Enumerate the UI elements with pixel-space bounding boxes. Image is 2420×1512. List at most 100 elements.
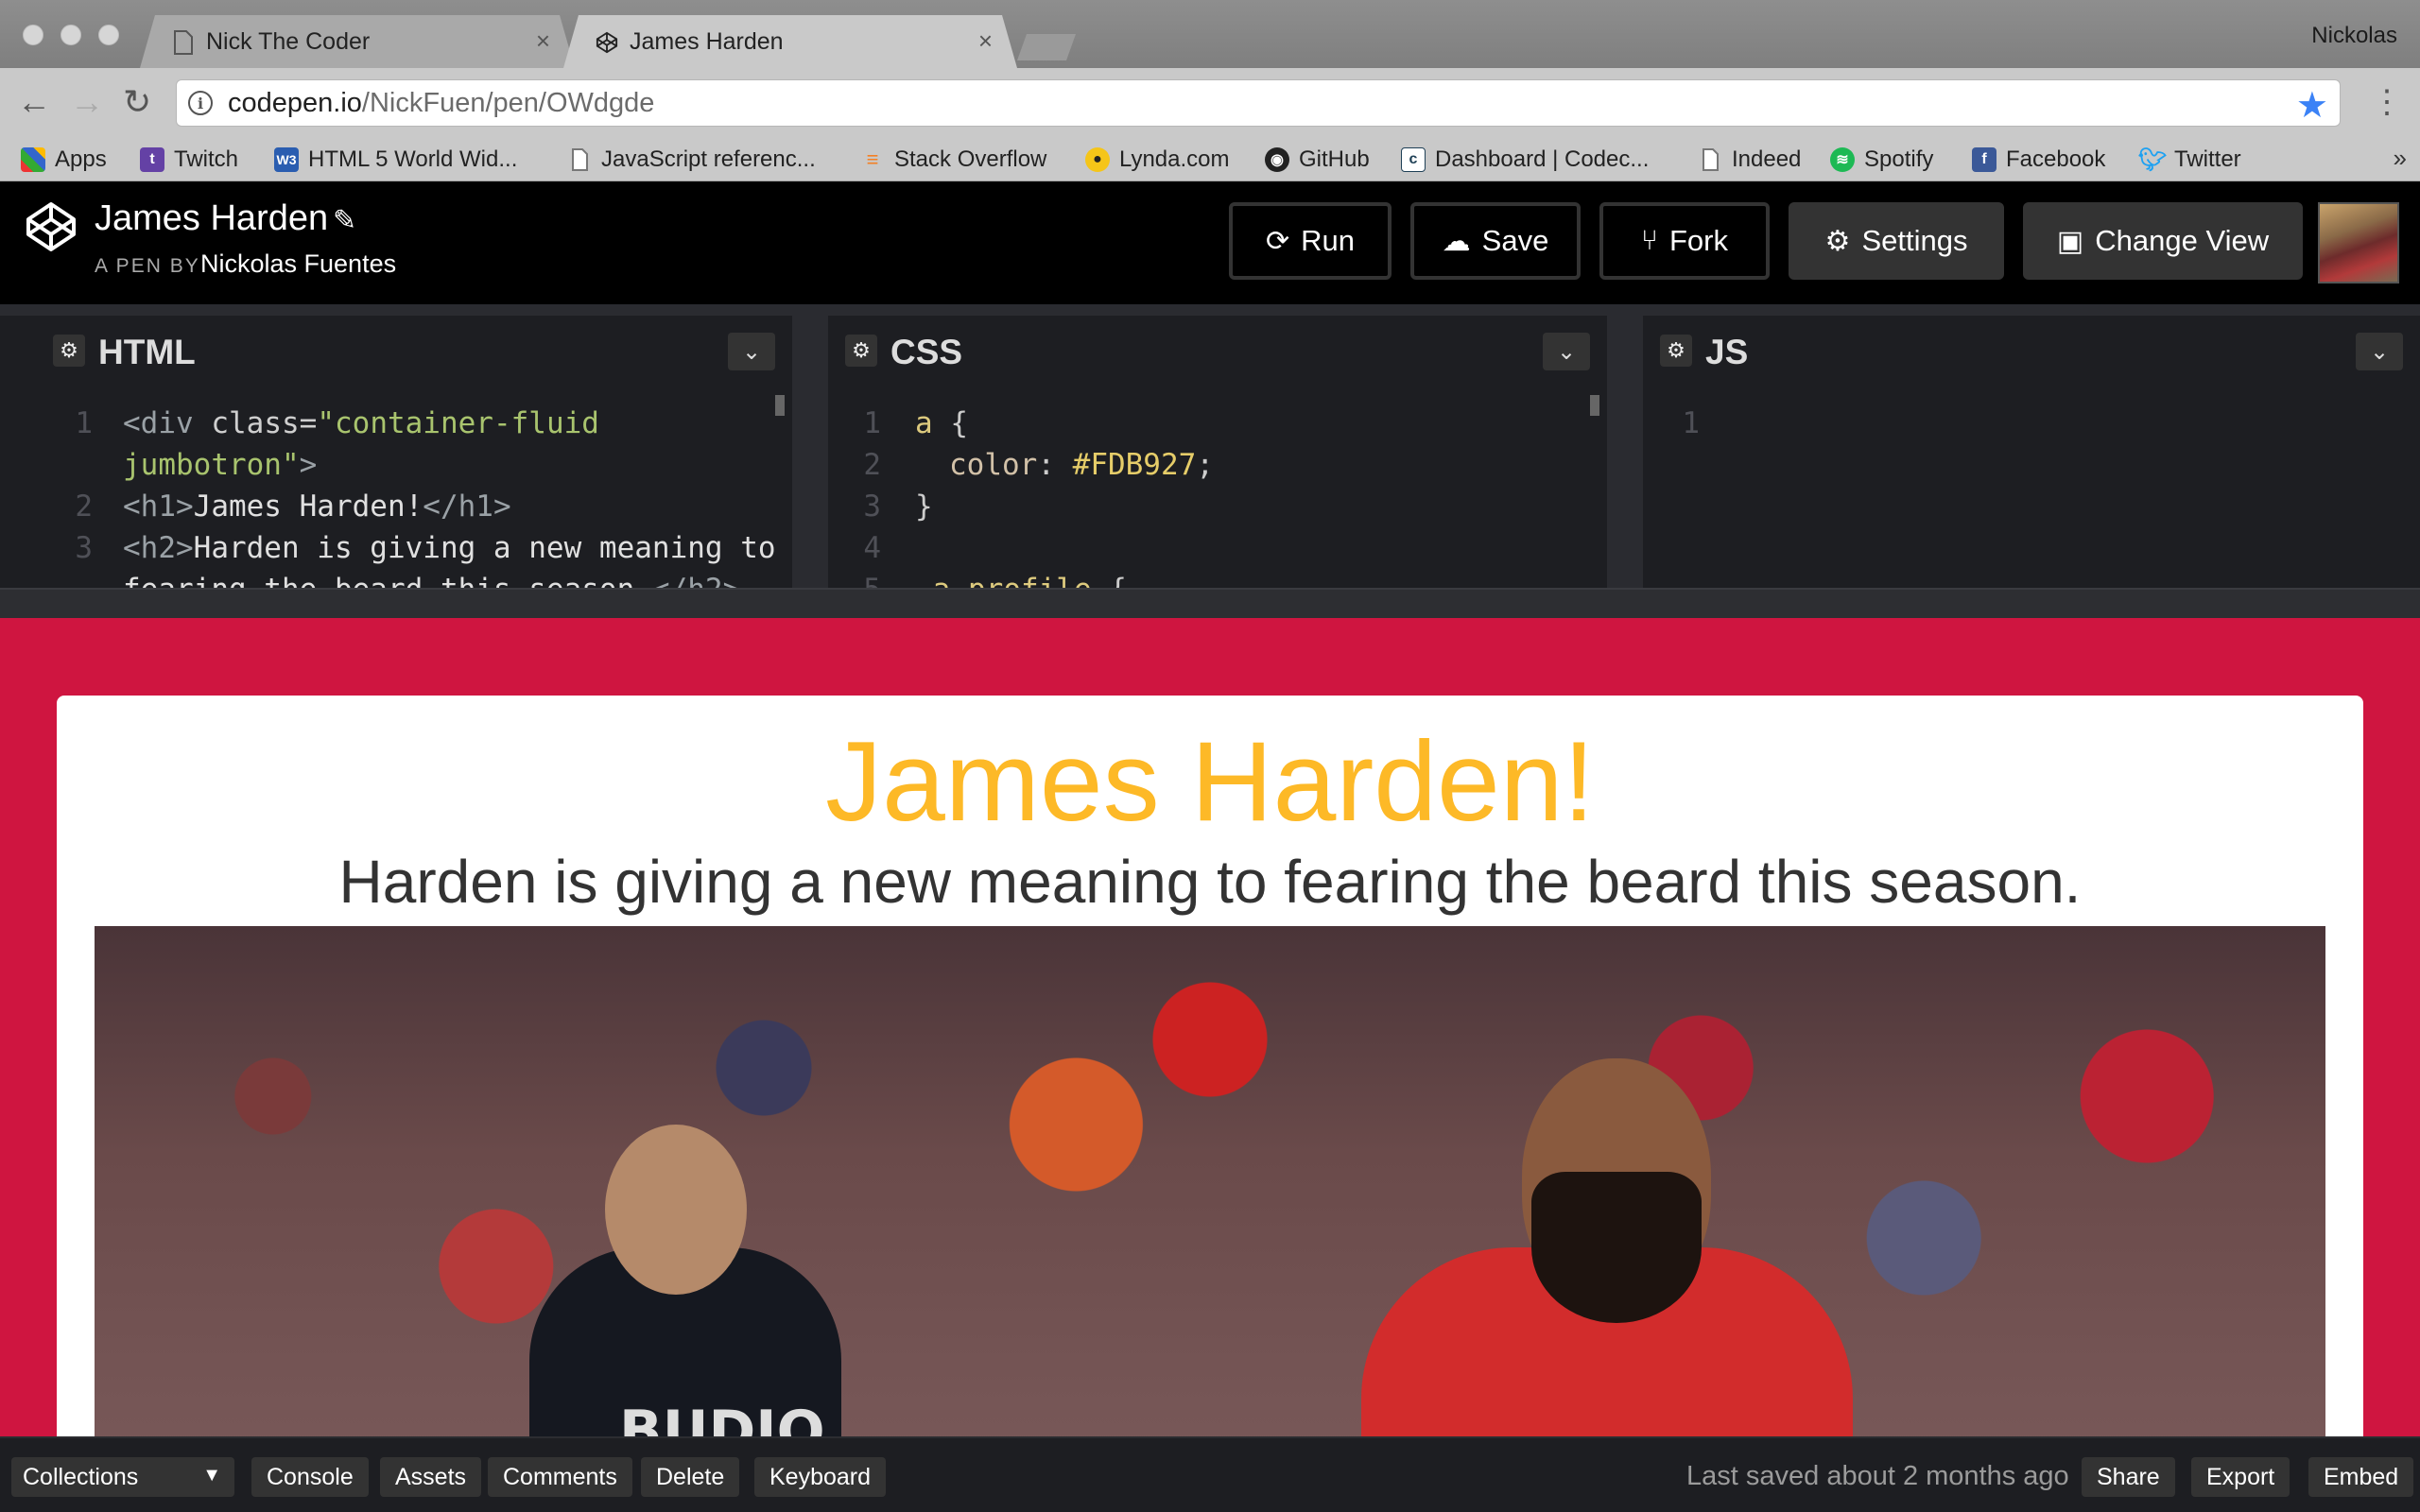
delete-button[interactable]: Delete (641, 1457, 740, 1497)
code-line: .a-profile { (915, 569, 1127, 588)
code-line: <h1>James Harden!</h1> (123, 490, 511, 524)
cloud-icon: ☁ (1442, 225, 1471, 257)
code-line: a { (915, 406, 968, 440)
editor-resize-bar[interactable] (0, 588, 2420, 618)
info-icon[interactable]: i (188, 91, 213, 115)
comments-button[interactable]: Comments (488, 1457, 632, 1497)
bookmark-star-icon[interactable]: ★ (2296, 84, 2328, 127)
css-editor[interactable]: ⚙ CSS ⌄ 1 a { 2 color: #FDB927; 3 } 4 5 … (828, 316, 1607, 588)
refresh-icon: ⟳ (1265, 225, 1290, 257)
lynda-icon: ● (1085, 147, 1110, 172)
bookmark-apps[interactable]: Apps (21, 144, 107, 176)
codepen-footer: Collections ▼ Console Assets Comments De… (0, 1436, 2420, 1512)
forward-arrow-icon[interactable]: → (70, 85, 104, 119)
gear-icon[interactable]: ⚙ (53, 335, 85, 367)
bookmark-stack-overflow[interactable]: ≡ Stack Overflow (860, 144, 1047, 176)
codepen-logo-icon[interactable] (25, 200, 78, 253)
view-icon: ▣ (2056, 225, 2084, 257)
bookmark-label: Facebook (2006, 146, 2106, 172)
export-button[interactable]: Export (2191, 1457, 2290, 1497)
tab-title: James Harden (630, 27, 784, 55)
collections-dropdown[interactable]: Collections ▼ (11, 1457, 234, 1497)
console-button[interactable]: Console (251, 1457, 369, 1497)
bookmark-label: Lynda.com (1119, 146, 1230, 172)
line-number: 3 (75, 531, 93, 565)
bookmark-lynda[interactable]: ● Lynda.com (1085, 144, 1230, 176)
line-number: 2 (75, 490, 93, 524)
scrollbar[interactable] (1590, 395, 1599, 416)
url-text[interactable]: codepen.io/NickFuen/pen/OWdgde (228, 88, 654, 119)
chevron-down-icon[interactable]: ⌄ (728, 333, 775, 370)
bookmark-javascript[interactable]: JavaScript referenc... (567, 144, 816, 176)
fork-button[interactable]: ⑂ Fork (1599, 202, 1770, 280)
address-bar[interactable]: i codepen.io/NickFuen/pen/OWdgde ★ (176, 79, 2341, 127)
change-view-button[interactable]: ▣ Change View (2023, 202, 2303, 280)
embed-button[interactable]: Embed (2308, 1457, 2414, 1497)
line-number: 1 (75, 406, 93, 440)
browser-tab-bar: Nick The Coder × James Harden × Nickolas (0, 0, 2420, 68)
bookmark-indeed[interactable]: Indeed (1698, 144, 1801, 176)
css-editor-header: ⚙ CSS ⌄ (828, 316, 1607, 382)
bookmark-label: Twitch (174, 146, 239, 172)
bookmark-codecademy[interactable]: c Dashboard | Codec... (1401, 144, 1649, 176)
bookmarks-bar: Apps t Twitch W3 HTML 5 World Wid... Jav… (0, 138, 2420, 181)
assets-button[interactable]: Assets (380, 1457, 482, 1497)
bookmark-spotify[interactable]: ≋ Spotify (1830, 144, 1933, 176)
bookmarks-overflow-icon[interactable]: » (2394, 144, 2407, 173)
html-editor[interactable]: ⚙ HTML ⌄ 1 <div class="container-fluid j… (36, 316, 792, 588)
profile-name[interactable]: Nickolas (2311, 23, 2397, 49)
zoom-window-button[interactable] (98, 25, 119, 45)
apps-grid-icon (21, 147, 45, 172)
codecademy-icon: c (1401, 147, 1426, 172)
codepen-header: James Harden ✎ A PEN BY Nickolas Fuentes… (0, 181, 2420, 304)
change-view-label: Change View (2095, 224, 2270, 257)
bookmark-twitch[interactable]: t Twitch (140, 144, 238, 176)
pen-title[interactable]: James Harden (95, 198, 328, 239)
settings-button[interactable]: ⚙ Settings (1789, 202, 2004, 280)
settings-label: Settings (1861, 224, 1968, 257)
close-window-button[interactable] (23, 25, 43, 45)
bookmark-github[interactable]: ◉ GitHub (1265, 144, 1370, 176)
editor-resize-handle[interactable] (0, 316, 36, 588)
browser-menu-icon[interactable]: ⋮ (2371, 83, 2403, 121)
tab-title: Nick The Coder (206, 27, 371, 55)
html-editor-title: HTML (98, 333, 196, 371)
gear-icon: ⚙ (1824, 225, 1851, 257)
js-editor-title: JS (1705, 333, 1749, 371)
keyboard-button[interactable]: Keyboard (754, 1457, 887, 1497)
tab-nick-the-coder[interactable]: Nick The Coder × (140, 15, 575, 68)
tab-james-harden[interactable]: James Harden × (563, 15, 1017, 68)
new-tab-button[interactable] (1017, 34, 1076, 60)
share-button[interactable]: Share (2082, 1457, 2175, 1497)
minimize-window-button[interactable] (60, 25, 81, 45)
chevron-down-icon[interactable]: ⌄ (1543, 333, 1590, 370)
edit-title-icon[interactable]: ✎ (333, 204, 356, 237)
line-number: 3 (863, 490, 881, 524)
opponent-head (605, 1125, 747, 1295)
save-button[interactable]: ☁ Save (1410, 202, 1581, 280)
reload-icon[interactable]: ↻ (123, 85, 151, 119)
gear-icon[interactable]: ⚙ (845, 335, 877, 367)
pen-author[interactable]: Nickolas Fuentes (200, 249, 396, 279)
fork-label: Fork (1669, 224, 1728, 257)
chevron-down-icon[interactable]: ⌄ (2356, 333, 2403, 370)
close-tab-icon[interactable]: × (536, 26, 550, 56)
line-number: 5 (828, 569, 881, 588)
last-saved-status: Last saved about 2 months ago (1686, 1461, 2069, 1491)
close-tab-icon[interactable]: × (978, 26, 993, 56)
pen-by-label: A PEN BY (95, 255, 200, 277)
run-button[interactable]: ⟳ Run (1229, 202, 1392, 280)
bookmark-label: Indeed (1732, 146, 1802, 172)
html-editor-header: ⚙ HTML ⌄ (36, 316, 792, 382)
gear-icon[interactable]: ⚙ (1660, 335, 1692, 367)
js-editor[interactable]: ⚙ JS ⌄ 1 (1643, 316, 2420, 588)
bookmark-twitter[interactable]: 🐦︎ Twitter (2138, 144, 2241, 176)
js-editor-header: ⚙ JS ⌄ (1643, 316, 2420, 382)
bookmark-html5[interactable]: W3 HTML 5 World Wid... (274, 144, 517, 176)
css-editor-title: CSS (890, 333, 963, 371)
scrollbar[interactable] (775, 395, 785, 416)
bookmark-facebook[interactable]: f Facebook (1972, 144, 2105, 176)
opponent-jersey-text: BUDIO (619, 1399, 825, 1436)
avatar[interactable] (2318, 202, 2399, 284)
back-arrow-icon[interactable]: ← (17, 85, 51, 119)
